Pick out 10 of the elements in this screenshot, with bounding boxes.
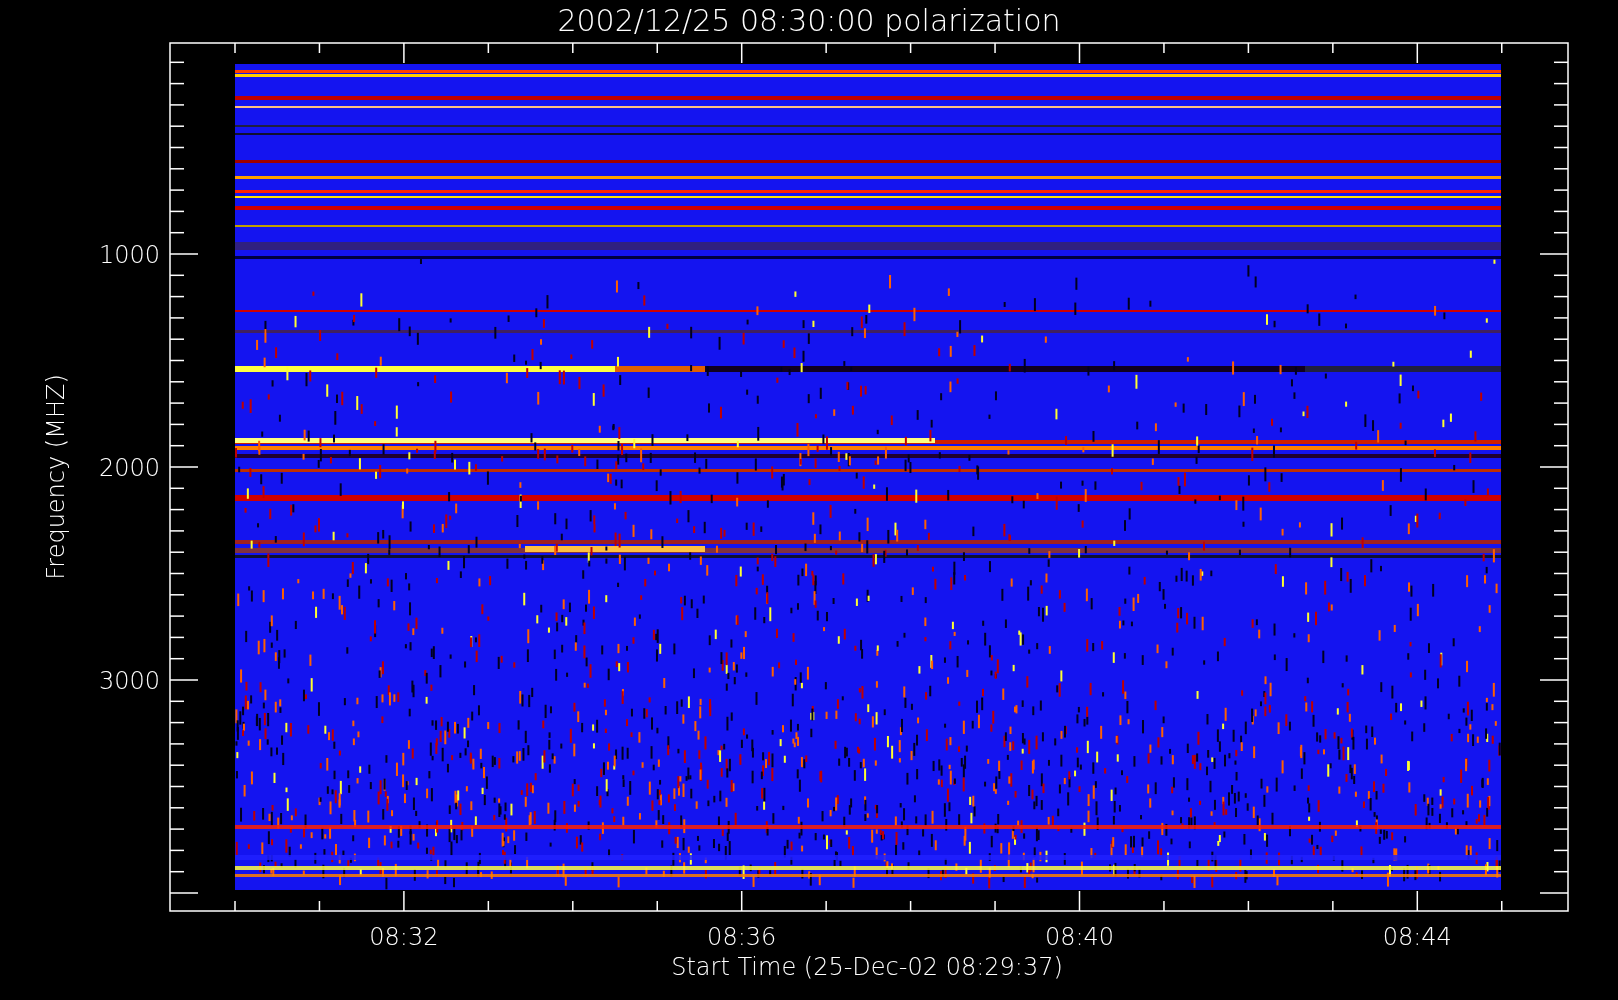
y-tick-label: 3000: [98, 667, 160, 695]
x-axis-label: Start Time (25-Dec-02 08:29:37): [671, 953, 1063, 981]
x-tick-label: 08:36: [707, 923, 777, 951]
x-tick-label: 08:40: [1044, 923, 1115, 951]
x-tick-label: 08:32: [369, 923, 439, 951]
y-axis-label: Frequency (MHZ): [42, 374, 70, 580]
x-tick-label: 08:44: [1382, 923, 1452, 951]
y-tick-label: 2000: [98, 454, 160, 482]
chart-title: 2002/12/25 08:30:00 polarization: [557, 3, 1061, 38]
y-tick-label: 1000: [98, 241, 160, 269]
